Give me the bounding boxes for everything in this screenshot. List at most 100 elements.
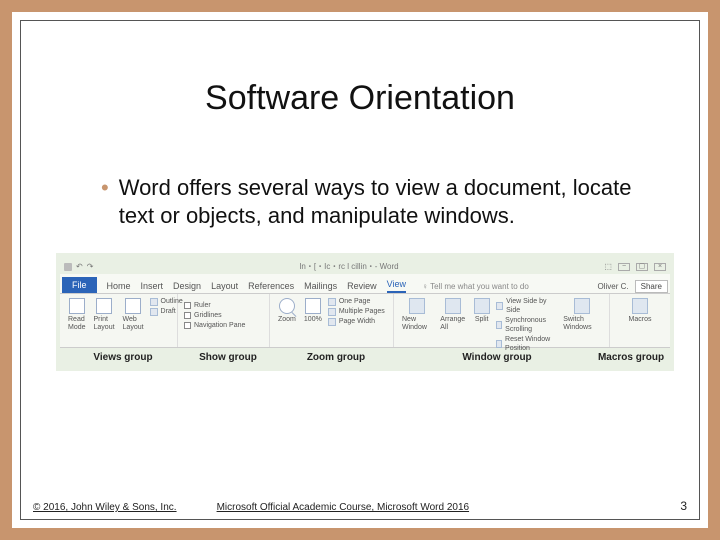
ruler-checkbox[interactable]: Ruler <box>184 301 245 310</box>
outline-icon <box>150 298 158 306</box>
page-width-icon <box>328 318 336 326</box>
split-label: Split <box>475 316 489 324</box>
views-group-label: Views group <box>64 352 182 363</box>
side-by-side-icon <box>496 302 503 310</box>
zoom-icon <box>279 298 295 314</box>
user-name: Oliver C. <box>598 282 629 291</box>
gridlines-checkbox[interactable]: Gridlines <box>184 311 245 320</box>
zoom-group-label: Zoom group <box>274 352 398 363</box>
draft-icon <box>150 308 158 316</box>
hundred-label: 100% <box>304 316 322 324</box>
macros-button[interactable]: Macros <box>627 297 654 325</box>
switch-windows-button[interactable]: Switch Windows <box>561 297 603 333</box>
show-group-label: Show group <box>182 352 274 363</box>
tell-me-search[interactable]: ♀ Tell me what you want to do <box>416 279 529 293</box>
minimize-icon: − <box>618 263 630 271</box>
copyright-text: © 2016, John Wiley & Sons, Inc. <box>33 502 177 513</box>
multiple-pages-button[interactable]: Multiple Pages <box>328 307 385 316</box>
checkbox-icon <box>184 312 191 319</box>
split-button[interactable]: Split <box>472 297 492 325</box>
slide-footer: © 2016, John Wiley & Sons, Inc. Microsof… <box>21 499 699 513</box>
bullet-marker: • <box>101 174 109 202</box>
window-title: In・[・Ic・rc l cillin・- Word <box>299 261 398 272</box>
checkbox-icon <box>184 322 191 329</box>
slide-inner-border: Software Orientation • Word offers sever… <box>20 20 700 520</box>
switch-windows-icon <box>574 298 590 314</box>
slide-title: Software Orientation <box>21 21 699 118</box>
ribbon-tabs: File Home Insert Design Layout Reference… <box>60 274 670 294</box>
tab-insert[interactable]: Insert <box>141 278 164 293</box>
sync-scroll-icon <box>496 321 502 329</box>
side-label: View Side by Side <box>506 297 557 315</box>
reset-window-button[interactable]: Reset Window Position <box>496 335 558 353</box>
width-label: Page Width <box>339 317 375 326</box>
checkbox-icon <box>184 302 191 309</box>
new-window-button[interactable]: New Window <box>400 297 434 333</box>
hundred-icon <box>305 298 321 314</box>
print-layout-label: Print Layout <box>94 316 115 332</box>
course-text: Microsoft Official Academic Course, Micr… <box>217 502 470 513</box>
macros-icon <box>632 298 648 314</box>
arrange-all-button[interactable]: Arrange All <box>438 297 467 333</box>
read-mode-label: Read Mode <box>68 316 86 332</box>
arrange-label: Arrange All <box>440 316 465 332</box>
bullet-item: • Word offers several ways to view a doc… <box>101 174 644 230</box>
one-page-button[interactable]: One Page <box>328 297 385 306</box>
macros-group-label: Macros group <box>596 352 666 363</box>
tab-home[interactable]: Home <box>107 278 131 293</box>
slide-frame: Software Orientation • Word offers sever… <box>0 0 720 540</box>
tab-design[interactable]: Design <box>173 278 201 293</box>
new-window-icon <box>409 298 425 314</box>
web-layout-icon <box>125 298 141 314</box>
redo-icon: ↷ <box>87 262 94 271</box>
window-group-label: Window group <box>398 352 596 363</box>
tab-file[interactable]: File <box>62 277 97 293</box>
switch-label: Switch Windows <box>563 316 601 332</box>
arrange-all-icon <box>445 298 461 314</box>
view-side-by-side-button[interactable]: View Side by Side <box>496 297 558 315</box>
undo-icon: ↶ <box>76 262 83 271</box>
word-ribbon-screenshot: ↶ ↷ In・[・Ic・rc l cillin・- Word ⬚ − ▢ × F… <box>56 253 674 371</box>
reset-window-icon <box>496 340 502 348</box>
one-page-label: One Page <box>339 297 371 306</box>
tab-view[interactable]: View <box>387 276 406 293</box>
window-group: New Window Arrange All Split View Side b… <box>394 294 610 347</box>
print-layout-button[interactable]: Print Layout <box>92 297 117 333</box>
one-page-icon <box>328 298 336 306</box>
save-icon <box>64 263 72 271</box>
multi-label: Multiple Pages <box>339 307 385 316</box>
show-group: Ruler Gridlines Navigation Pane <box>178 294 270 347</box>
tab-references[interactable]: References <box>248 278 294 293</box>
share-button[interactable]: Share <box>635 280 668 293</box>
reset-label: Reset Window Position <box>505 335 557 353</box>
sync-scrolling-button[interactable]: Synchronous Scrolling <box>496 316 558 334</box>
tab-mailings[interactable]: Mailings <box>304 278 337 293</box>
tab-review[interactable]: Review <box>347 278 377 293</box>
read-mode-icon <box>69 298 85 314</box>
zoom-button[interactable]: Zoom <box>276 297 298 325</box>
page-number: 3 <box>680 499 687 513</box>
ribbon-options-icon: ⬚ <box>604 262 612 271</box>
multi-page-icon <box>328 308 336 316</box>
gridlines-label: Gridlines <box>194 311 222 320</box>
macros-group: Macros <box>610 294 670 347</box>
maximize-icon: ▢ <box>636 263 648 271</box>
zoom-label: Zoom <box>278 316 296 324</box>
read-mode-button[interactable]: Read Mode <box>66 297 88 333</box>
views-group: Read Mode Print Layout Web Layout Outlin… <box>60 294 178 347</box>
tab-layout[interactable]: Layout <box>211 278 238 293</box>
window-titlebar: ↶ ↷ In・[・Ic・rc l cillin・- Word ⬚ − ▢ × <box>60 259 670 274</box>
split-icon <box>474 298 490 314</box>
navigation-pane-checkbox[interactable]: Navigation Pane <box>184 321 245 330</box>
web-layout-label: Web Layout <box>123 316 144 332</box>
nav-label: Navigation Pane <box>194 321 245 330</box>
page-width-button[interactable]: Page Width <box>328 317 385 326</box>
hundred-percent-button[interactable]: 100% <box>302 297 324 325</box>
draft-label: Draft <box>161 307 176 316</box>
bullet-text: Word offers several ways to view a docum… <box>119 174 644 230</box>
web-layout-button[interactable]: Web Layout <box>121 297 146 333</box>
close-icon: × <box>654 263 666 271</box>
sync-label: Synchronous Scrolling <box>505 316 557 334</box>
print-layout-icon <box>96 298 112 314</box>
ruler-label: Ruler <box>194 301 211 310</box>
